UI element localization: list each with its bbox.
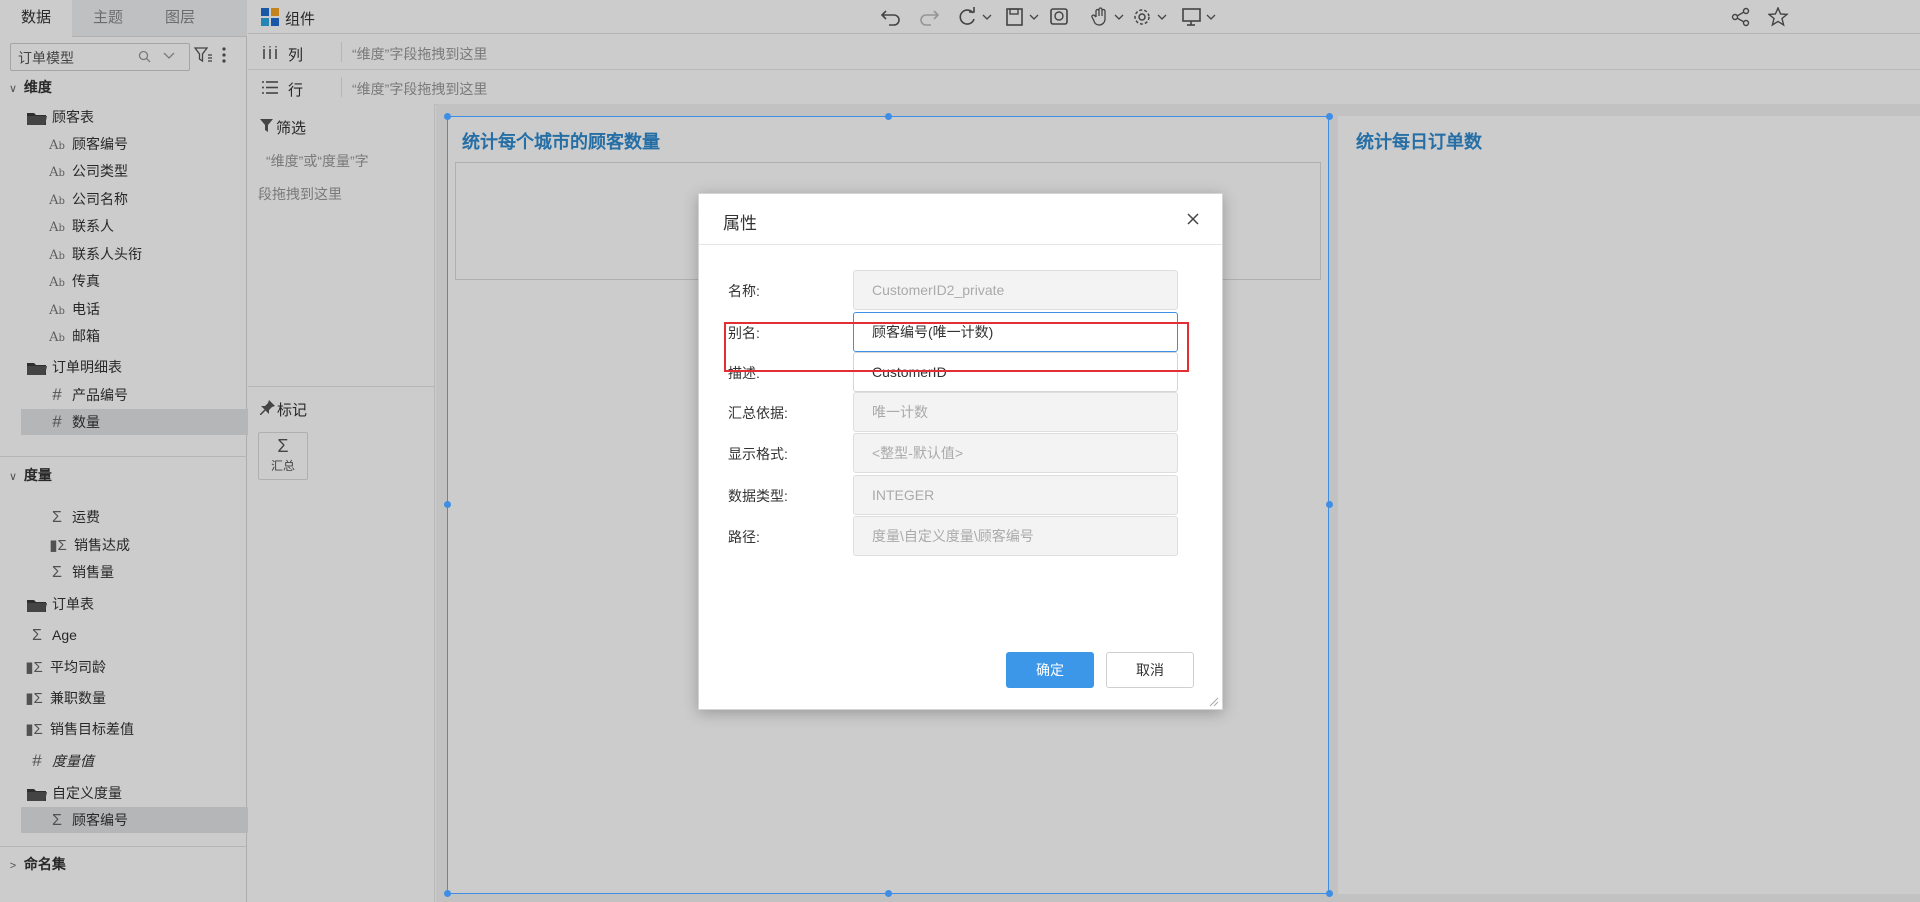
dialog-header: 属性	[699, 194, 1222, 245]
field-label: 名称:	[728, 283, 760, 299]
field-input: 度量\自定义度量\顾客编号	[853, 516, 1178, 556]
dialog-title: 属性	[723, 214, 757, 233]
resize-handle[interactable]	[885, 113, 892, 120]
highlight-annotation	[724, 322, 1189, 372]
cancel-button[interactable]: 取消	[1106, 652, 1194, 688]
resize-handle[interactable]	[885, 890, 892, 897]
resize-handle[interactable]	[1326, 501, 1333, 508]
field-input: INTEGER	[853, 475, 1178, 515]
field-input: <整型-默认值>	[853, 433, 1178, 473]
properties-dialog: 属性 名称: CustomerID2_private 别名: 顾客编号(唯一计数) 描述…	[698, 193, 1223, 710]
field-label: 显示格式:	[728, 446, 788, 462]
resize-handle[interactable]	[444, 501, 451, 508]
close-icon[interactable]	[1184, 210, 1202, 228]
resize-grip-icon[interactable]	[1209, 697, 1219, 707]
field-input: 唯一计数	[853, 392, 1178, 432]
resize-handle[interactable]	[444, 890, 451, 897]
field-input: CustomerID2_private	[853, 270, 1178, 310]
field-label: 路径:	[728, 529, 760, 545]
field-label: 汇总依据:	[728, 405, 788, 421]
resize-handle[interactable]	[1326, 113, 1333, 120]
ok-button[interactable]: 确定	[1006, 652, 1094, 688]
resize-handle[interactable]	[1326, 890, 1333, 897]
field-label: 数据类型:	[728, 488, 788, 504]
resize-handle[interactable]	[444, 113, 451, 120]
